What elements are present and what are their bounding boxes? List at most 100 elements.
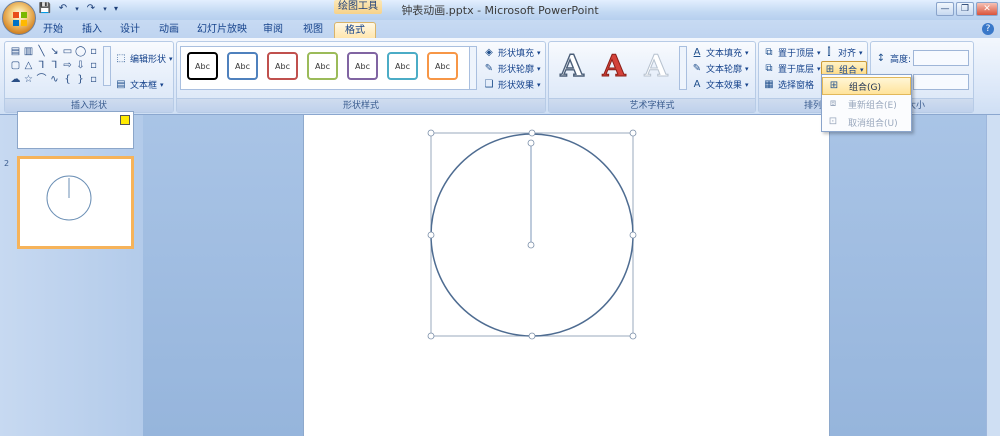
wordart-style-white-icon[interactable]: A (639, 49, 673, 84)
selection-pane-button[interactable]: ▦ 选择窗格 (763, 78, 814, 92)
tab-insert[interactable]: 插入 (80, 22, 104, 38)
chevron-down-icon: ▾ (860, 65, 864, 74)
menu-item-group[interactable]: ⊞ 组合(G) (822, 77, 911, 95)
text-outline-label: 文本轮廓 (706, 65, 743, 75)
wordart-gallery-scroll[interactable] (679, 46, 687, 90)
shape-outline-button[interactable]: ✎ 形状轮廓 ▾ (483, 62, 541, 76)
tab-animation[interactable]: 动画 (156, 22, 182, 38)
shape-style-option[interactable]: Abc (387, 52, 418, 80)
group-shape-styles: Abc Abc Abc Abc Abc Abc Abc ◈ 形状填充 ▾ ✎ 形状轮廓 ▾ … (176, 41, 546, 113)
textbox-shape-icon[interactable]: ▤ (10, 46, 21, 57)
shape-fill-label: 形状填充 (498, 49, 535, 59)
chevron-down-icon: ▾ (537, 48, 541, 57)
shapes-gallery[interactable]: ▤ ▥ ╲ ↘ ▭ ◯ ▫ ▢ △ ⅂ ⅂ ⇨ ⇩ ▫ ☁ ☆ ⌒ ∿ { } … (10, 46, 102, 85)
right-brace-shape-icon[interactable]: } (75, 74, 86, 85)
bring-to-front-label: 置于顶层 (778, 49, 815, 59)
shape-fill-button[interactable]: ◈ 形状填充 ▾ (483, 46, 541, 60)
curve-shape-icon[interactable]: ⌒ (36, 74, 47, 85)
align-button[interactable]: ⫿ 对齐 ▾ (823, 46, 863, 60)
text-effect-button[interactable]: A 文本效果 ▾ (691, 78, 749, 92)
slide-thumbnail-1[interactable] (17, 111, 134, 149)
shape-style-option[interactable]: Abc (427, 52, 458, 80)
triangle-shape-icon[interactable]: △ (23, 60, 34, 71)
text-outline-button[interactable]: ✎ 文本轮廓 ▾ (691, 62, 749, 76)
menu-item-regroup[interactable]: ⧈ 重新组合(E) (822, 95, 911, 113)
height-input[interactable] (913, 50, 969, 66)
shape-style-option[interactable]: Abc (187, 52, 218, 80)
restore-icon[interactable]: ❐ (956, 2, 974, 16)
window-controls: — ❐ ✕ (936, 2, 998, 16)
more-shape-icon-3[interactable]: ▫ (88, 74, 99, 85)
star-shape-icon[interactable]: ☆ (23, 74, 34, 85)
edit-shape-icon: ⬚ (116, 52, 126, 64)
shape-effect-button[interactable]: ❑ 形状效果 ▾ (483, 78, 541, 92)
freeform-shape-icon[interactable]: ∿ (49, 74, 60, 85)
chevron-down-icon: ▾ (745, 80, 749, 89)
rounded-rect-shape-icon[interactable]: ▢ (10, 60, 21, 71)
shape-style-option[interactable]: Abc (227, 52, 258, 80)
shape-style-option[interactable]: Abc (347, 52, 378, 80)
text-box-button[interactable]: ▤ 文本框 ▾ (115, 78, 164, 92)
shape-style-option[interactable]: Abc (267, 52, 298, 80)
send-to-back-button[interactable]: ⧉ 置于底层 ▾ (763, 62, 820, 76)
help-icon[interactable]: ? (982, 23, 994, 35)
width-input[interactable] (913, 74, 969, 90)
shape-outline-label: 形状轮廓 (498, 65, 535, 75)
right-arrow-shape-icon[interactable]: ⇨ (62, 60, 73, 71)
more-shape-icon-2[interactable]: ▫ (88, 60, 99, 71)
more-shape-icon[interactable]: ▫ (88, 46, 99, 57)
clock-drawing (427, 129, 637, 340)
shape-effect-label: 形状效果 (498, 81, 535, 91)
shape-style-option[interactable]: Abc (307, 52, 338, 80)
height-icon: ↕ (876, 52, 886, 64)
chevron-down-icon: ▾ (745, 48, 749, 57)
chevron-down-icon: ▾ (160, 80, 164, 89)
vertical-textbox-shape-icon[interactable]: ▥ (23, 46, 34, 57)
down-arrow-shape-icon[interactable]: ⇩ (75, 60, 86, 71)
yellow-square-shape (120, 115, 130, 125)
rectangle-shape-icon[interactable]: ▭ (62, 46, 73, 57)
menu-item-ungroup[interactable]: ⊡ 取消组合(U) (822, 113, 911, 131)
close-icon[interactable]: ✕ (976, 2, 998, 16)
elbow-arrow-shape-icon[interactable]: ⅂ (49, 60, 60, 71)
tab-home[interactable]: 开始 (40, 22, 66, 38)
pencil-icon: ✎ (484, 62, 494, 74)
oval-shape-icon[interactable]: ◯ (75, 46, 86, 57)
text-fill-icon: A (693, 46, 701, 58)
chevron-down-icon: ▾ (817, 48, 821, 57)
align-icon: ⫿ (827, 46, 831, 58)
shape-effect-icon: ❑ (484, 78, 494, 90)
group-title: 艺术字样式 (549, 98, 755, 112)
menu-item-label: 组合(G) (849, 82, 881, 93)
clock-face-circle[interactable] (430, 133, 634, 337)
tab-design[interactable]: 设计 (118, 22, 142, 38)
slide-thumbnail-2[interactable] (17, 156, 134, 249)
left-brace-shape-icon[interactable]: { (62, 74, 73, 85)
vertical-scrollbar[interactable] (986, 115, 1000, 436)
tab-review[interactable]: 审阅 (260, 22, 286, 38)
group-title: 形状样式 (177, 98, 545, 112)
edit-shape-button[interactable]: ⬚ 编辑形状 ▾ (115, 52, 172, 66)
slide-number: 2 (4, 159, 10, 168)
line-shape-icon[interactable]: ╲ (36, 46, 47, 57)
bring-to-front-button[interactable]: ⧉ 置于顶层 ▾ (763, 46, 821, 60)
tab-format[interactable]: 格式 (334, 22, 376, 38)
wordart-style-red-icon[interactable]: A (597, 49, 631, 84)
cloud-shape-icon[interactable]: ☁ (10, 74, 21, 85)
tab-view[interactable]: 视图 (300, 22, 326, 38)
arrow-line-shape-icon[interactable]: ↘ (49, 46, 60, 57)
office-button[interactable] (2, 1, 36, 35)
wordart-style-outline-icon[interactable]: A (555, 49, 589, 84)
slide-canvas[interactable] (303, 115, 830, 436)
selection-handles[interactable] (427, 129, 637, 340)
tab-slideshow[interactable]: 幻灯片放映 (196, 22, 248, 38)
text-effect-icon: A (693, 78, 701, 90)
text-fill-button[interactable]: A 文本填充 ▾ (691, 46, 749, 60)
minimize-icon[interactable]: — (936, 2, 954, 16)
shapes-gallery-scroll[interactable] (103, 46, 111, 86)
text-outline-icon: ✎ (692, 62, 702, 74)
shape-styles-gallery-scroll[interactable] (469, 46, 477, 90)
chevron-down-icon: ▾ (859, 48, 863, 57)
elbow-connector-shape-icon[interactable]: ⅂ (36, 60, 47, 71)
regroup-icon: ⧈ (829, 98, 837, 109)
